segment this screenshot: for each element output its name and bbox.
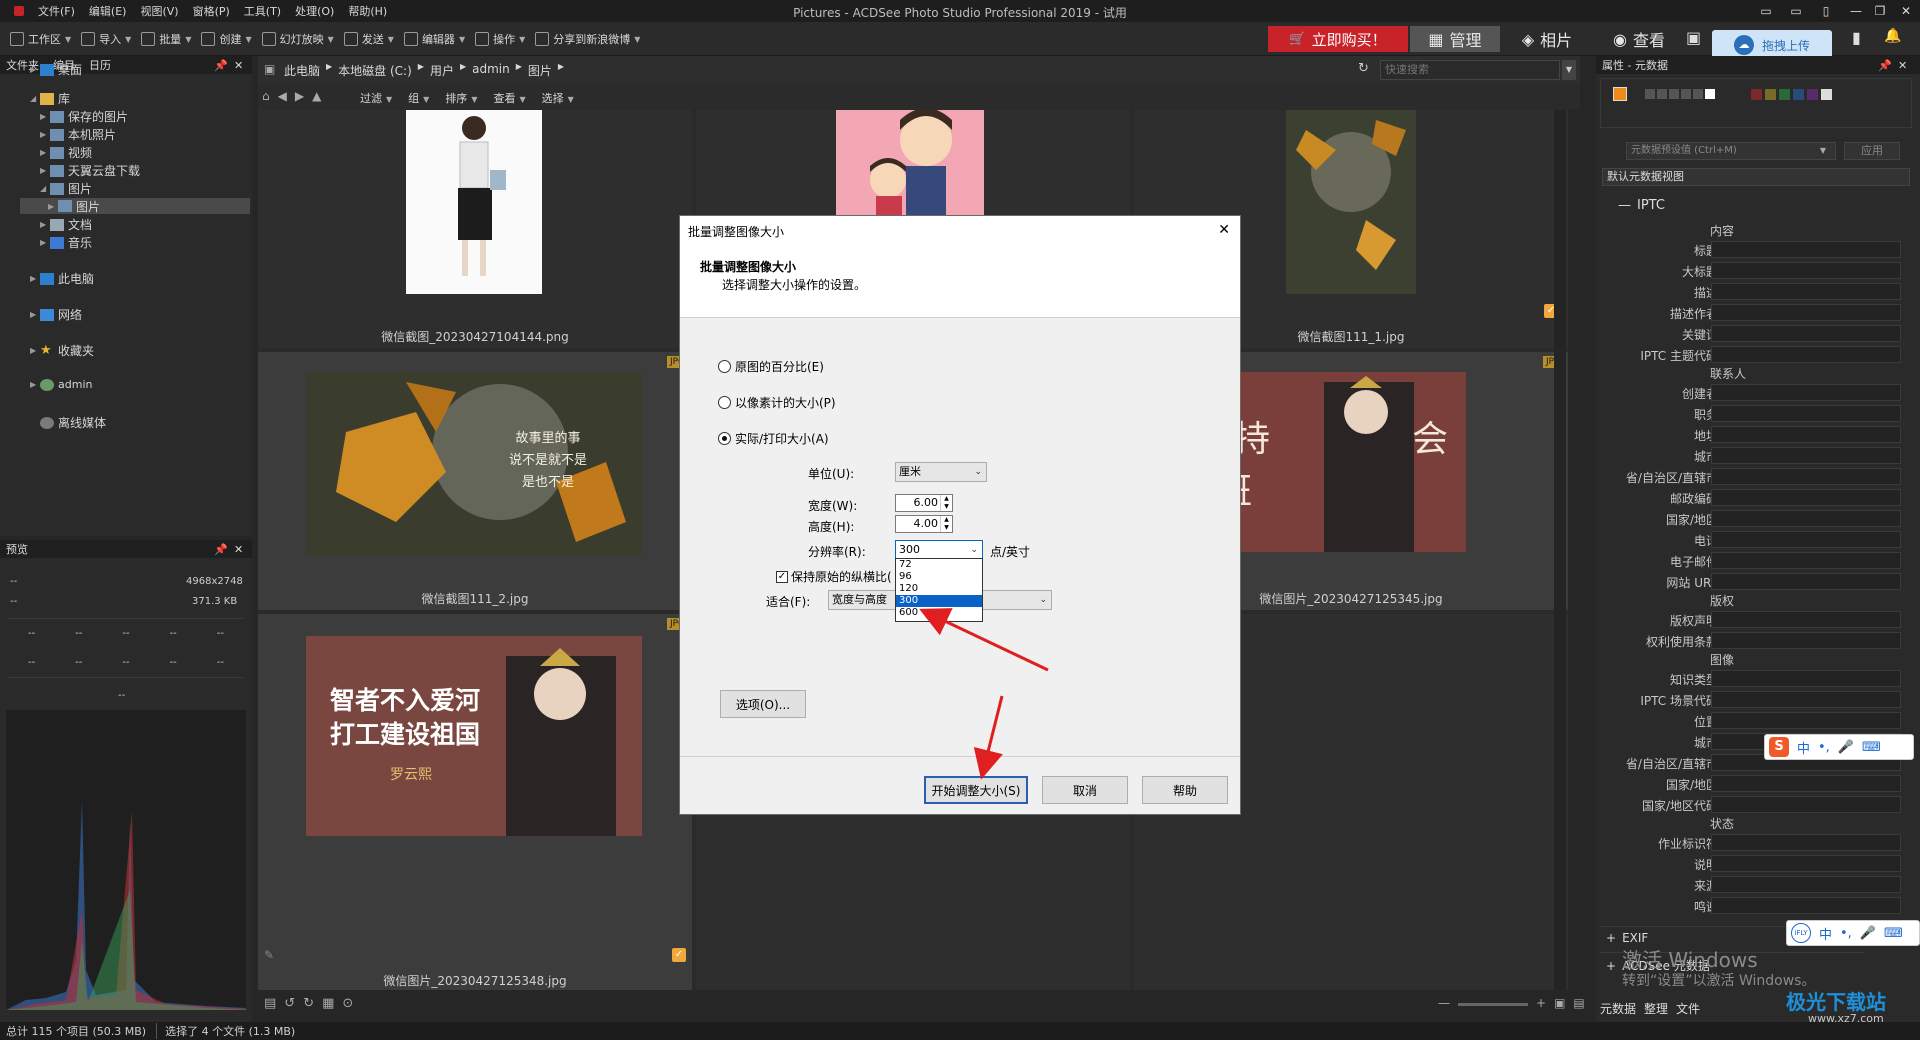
- arrow-to-start: [973, 695, 1004, 780]
- arrow-to-300: [919, 608, 1049, 672]
- annotation-arrows: [919, 608, 1049, 780]
